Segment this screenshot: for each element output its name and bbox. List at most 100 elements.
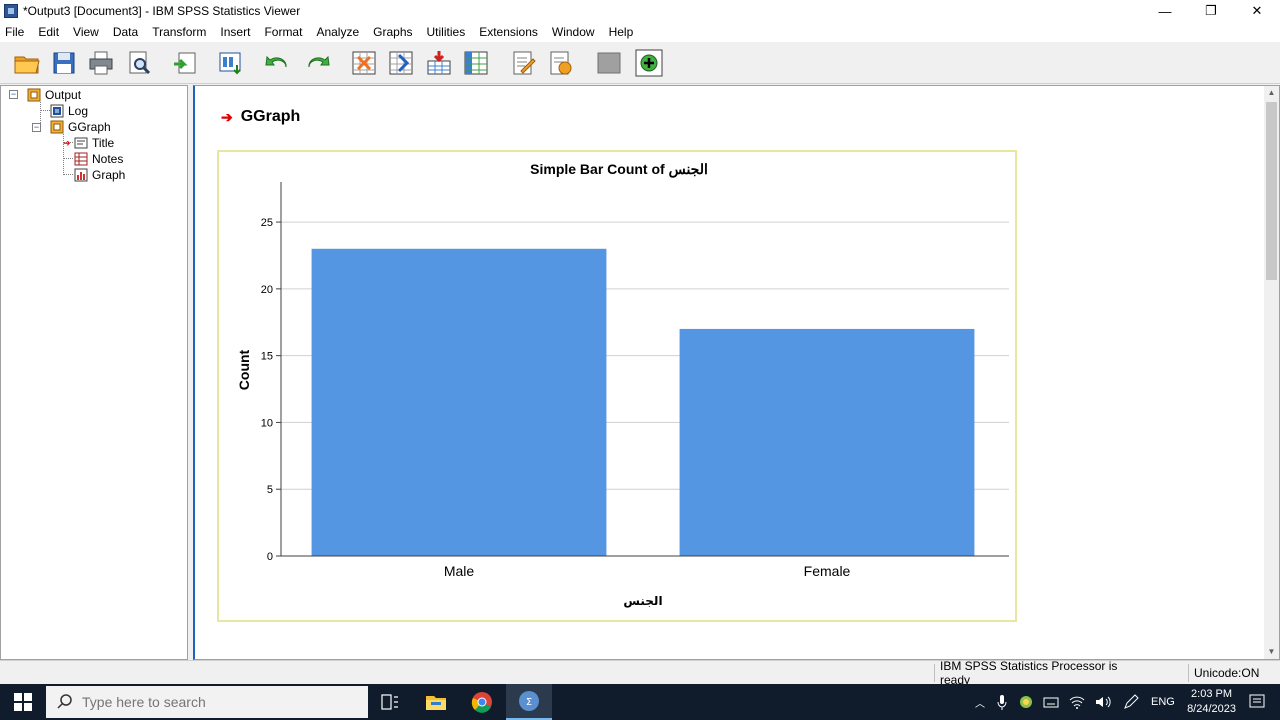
tree-connector	[63, 158, 73, 159]
tree-item-notes[interactable]: Notes	[74, 151, 123, 167]
clock-date: 8/24/2023	[1187, 703, 1236, 715]
tree-item-log[interactable]: Log	[50, 103, 88, 119]
keyboard-icon[interactable]	[1043, 695, 1059, 709]
chart-title: Simple Bar Count of الجنس	[530, 161, 708, 178]
taskbar-search[interactable]	[46, 686, 368, 718]
tree-label-title: Title	[92, 136, 115, 150]
export-icon[interactable]	[170, 48, 200, 78]
tree-connector	[40, 110, 50, 111]
y-axis-label: Count	[236, 349, 252, 390]
menu-extensions[interactable]: Extensions	[474, 25, 547, 39]
vertical-scrollbar[interactable]: ▲ ▼	[1264, 86, 1279, 659]
print-preview-icon[interactable]	[124, 48, 154, 78]
tree-item-ggraph[interactable]: GGraph	[50, 119, 111, 135]
tree-label-output: Output	[45, 88, 82, 102]
status-bar: IBM SPSS Statistics Processor is ready U…	[0, 659, 1280, 687]
tree-label-graph: Graph	[92, 168, 126, 182]
graph-icon	[74, 168, 88, 182]
goto-data-icon[interactable]	[349, 48, 379, 78]
file-explorer-icon[interactable]	[413, 684, 459, 720]
menu-help[interactable]: Help	[604, 25, 643, 39]
menu-window[interactable]: Window	[547, 25, 604, 39]
search-icon	[57, 694, 72, 709]
expand-toggle-output[interactable]: −	[9, 90, 18, 99]
notifications-icon[interactable]	[1234, 684, 1280, 720]
close-button[interactable]: ✕	[1234, 0, 1280, 22]
recall-dialog-icon[interactable]	[216, 48, 246, 78]
bar-male	[311, 248, 607, 556]
spss-taskbar-icon[interactable]: Σ	[506, 684, 552, 720]
menu-edit[interactable]: Edit	[33, 25, 68, 39]
bar-chart-svg: Simple Bar Count of الجنس Count الجنس 0 5…	[236, 161, 1009, 608]
start-button[interactable]	[0, 684, 46, 720]
collapse-icon[interactable]	[594, 48, 624, 78]
menu-insert[interactable]: Insert	[215, 25, 259, 39]
bar-chart-object[interactable]: Simple Bar Count of الجنس Count الجنس 0 5…	[217, 150, 1017, 622]
tree-item-graph[interactable]: Graph	[74, 167, 125, 183]
system-tray: ︿ ENG	[975, 684, 1175, 720]
app-tray-icon[interactable]	[1019, 695, 1033, 709]
x-axis-label: الجنس	[623, 594, 662, 608]
windows-logo-icon	[14, 693, 32, 711]
scrollbar-thumb[interactable]	[1266, 102, 1277, 280]
tree-label-notes: Notes	[92, 152, 124, 166]
task-view-icon[interactable]	[367, 684, 413, 720]
open-icon[interactable]	[12, 48, 42, 78]
section-title-text: GGraph	[240, 108, 301, 125]
print-icon[interactable]	[86, 48, 116, 78]
menu-bar: File Edit View Data Transform Insert For…	[0, 22, 1280, 42]
current-item-arrow-icon: ➔	[221, 108, 233, 125]
chrome-icon[interactable]	[459, 684, 505, 720]
scroll-up-arrow-icon[interactable]: ▲	[1264, 86, 1279, 100]
menu-graphs[interactable]: Graphs	[368, 25, 421, 39]
x-tick-label: Male	[444, 563, 475, 579]
spss-app-icon	[4, 4, 18, 18]
y-tick-label: 0	[267, 551, 273, 563]
selected-arrow-icon: ➔	[63, 137, 71, 148]
expand-toggle-ggraph[interactable]: −	[32, 123, 41, 132]
insert-variable-icon[interactable]	[424, 48, 454, 78]
microphone-icon[interactable]	[997, 694, 1007, 710]
language-indicator[interactable]: ENG	[1151, 696, 1175, 708]
undo-icon[interactable]	[263, 48, 293, 78]
toolbar	[0, 42, 1280, 84]
tree-connector	[63, 174, 73, 175]
menu-file[interactable]: File	[0, 25, 33, 39]
designate-window-icon[interactable]	[508, 48, 538, 78]
menu-transform[interactable]: Transform	[147, 25, 215, 39]
menu-analyze[interactable]: Analyze	[311, 25, 368, 39]
show-hidden-icons-icon[interactable]: ︿	[975, 695, 985, 710]
add-icon[interactable]	[634, 48, 664, 78]
clock-time: 2:03 PM	[1191, 688, 1233, 700]
menu-view[interactable]: View	[68, 25, 108, 39]
run-script-icon[interactable]	[545, 48, 575, 78]
svg-text:Σ: Σ	[526, 697, 532, 708]
save-icon[interactable]	[49, 48, 79, 78]
menu-data[interactable]: Data	[108, 25, 147, 39]
window-titlebar: *Output3 [Document3] - IBM SPSS Statisti…	[0, 0, 1280, 22]
wifi-icon[interactable]	[1069, 695, 1085, 709]
taskbar-clock[interactable]: 2:03 PM 8/24/2023	[1187, 687, 1236, 717]
minimize-button[interactable]: —	[1142, 0, 1188, 22]
menu-format[interactable]: Format	[259, 25, 311, 39]
menu-utilities[interactable]: Utilities	[422, 25, 475, 39]
log-icon	[50, 104, 64, 118]
y-tick-label: 15	[261, 351, 273, 363]
output-book-icon	[27, 88, 41, 102]
pen-icon[interactable]	[1123, 694, 1139, 710]
tree-label-log: Log	[68, 104, 89, 118]
variables-icon[interactable]	[461, 48, 491, 78]
search-input[interactable]	[82, 694, 342, 710]
volume-icon[interactable]	[1095, 695, 1111, 709]
goto-case-icon[interactable]	[386, 48, 416, 78]
y-tick-label: 10	[261, 417, 273, 429]
tree-item-title[interactable]: ➔ Title	[63, 135, 114, 151]
redo-icon[interactable]	[302, 48, 332, 78]
tree-item-output[interactable]: Output	[27, 87, 81, 103]
window-title: *Output3 [Document3] - IBM SPSS Statisti…	[23, 4, 301, 18]
processor-status: IBM SPSS Statistics Processor is ready	[934, 659, 1146, 687]
y-tick-label: 20	[261, 284, 273, 296]
notes-icon	[74, 152, 88, 166]
restore-button[interactable]: ❐	[1188, 0, 1234, 22]
scroll-down-arrow-icon[interactable]: ▼	[1264, 645, 1279, 659]
